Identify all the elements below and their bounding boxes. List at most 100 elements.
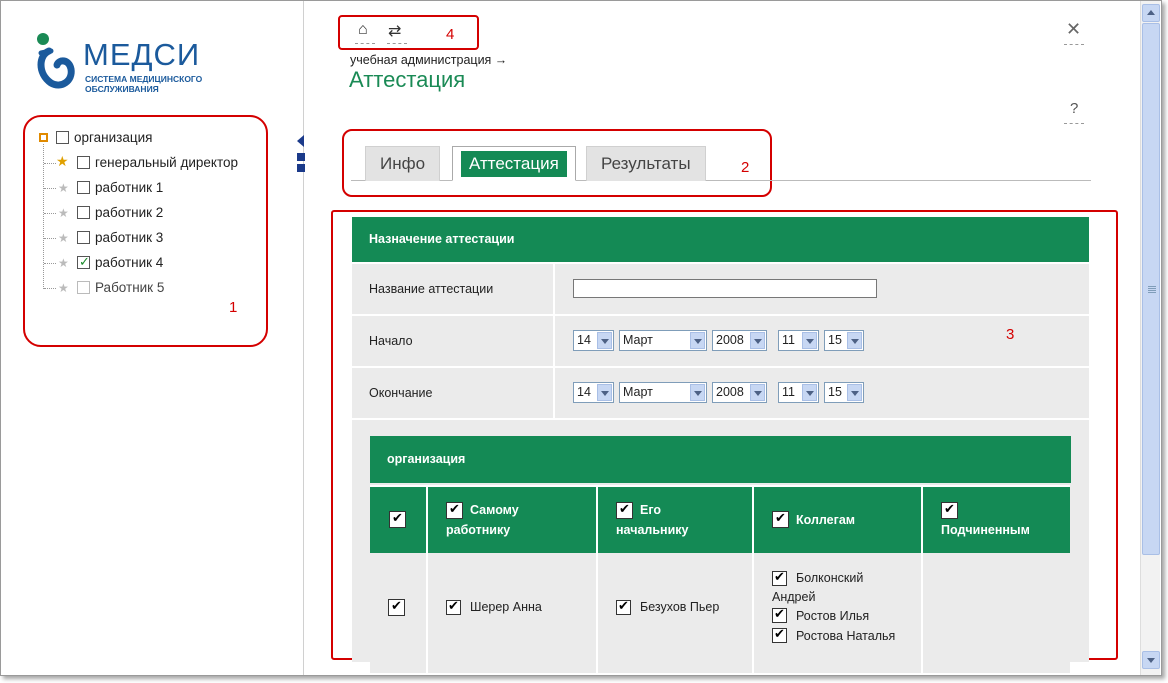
end-day-select[interactable]: 14 bbox=[573, 382, 614, 403]
column-label: Его bbox=[640, 503, 662, 517]
tree-connector bbox=[44, 238, 56, 239]
scroll-down-icon[interactable] bbox=[1142, 651, 1160, 669]
tree-connector bbox=[44, 213, 56, 214]
vertical-scrollbar[interactable] bbox=[1140, 1, 1160, 675]
form-row-end: Окончание 14 Март 2008 11 15 bbox=[352, 366, 1089, 418]
form-row-start: Начало 14 Март 2008 11 15 bbox=[352, 314, 1089, 366]
tree-item-label: работник 1 bbox=[95, 180, 164, 195]
tree-connector bbox=[44, 288, 56, 289]
annotation-number-4: 4 bbox=[446, 26, 455, 43]
tree-checkbox[interactable] bbox=[77, 156, 90, 169]
dropdown-arrow-icon[interactable] bbox=[802, 332, 817, 349]
tree-checkbox[interactable] bbox=[77, 253, 90, 271]
tree-item-root[interactable]: организация bbox=[56, 129, 152, 147]
self-checkbox[interactable] bbox=[446, 501, 463, 519]
dropdown-arrow-icon[interactable] bbox=[690, 332, 705, 349]
icon-underline bbox=[1064, 123, 1084, 124]
dropdown-arrow-icon[interactable] bbox=[847, 332, 862, 349]
refresh-icon[interactable]: ⇄ bbox=[388, 21, 401, 41]
tree-item-worker-4[interactable]: работник 4 bbox=[77, 253, 163, 272]
tab-results[interactable]: Результаты bbox=[586, 146, 706, 181]
form-row-name: Название аттестации bbox=[352, 262, 1089, 314]
tab-info[interactable]: Инфо bbox=[365, 146, 441, 181]
close-icon[interactable]: ✕ bbox=[1066, 19, 1081, 40]
select-value: 15 bbox=[828, 333, 842, 347]
start-hour-select[interactable]: 11 bbox=[778, 330, 819, 351]
breadcrumb[interactable]: учебная администрация → bbox=[350, 53, 507, 67]
person-checkbox[interactable] bbox=[446, 598, 461, 615]
attestation-name-input[interactable] bbox=[573, 279, 877, 298]
icon-underline bbox=[355, 43, 375, 44]
row-divider bbox=[553, 264, 555, 314]
boss-checkbox[interactable] bbox=[616, 501, 633, 519]
tree-root-node-icon[interactable] bbox=[39, 133, 48, 142]
expand-icon[interactable] bbox=[297, 164, 305, 172]
dropdown-arrow-icon[interactable] bbox=[690, 384, 705, 401]
tree-connector bbox=[44, 163, 56, 164]
collapse-arrow-icon[interactable] bbox=[297, 135, 304, 147]
tree-item-worker-2[interactable]: работник 2 bbox=[77, 204, 163, 222]
left-pane: МЕДСИ СИСТЕМА МЕДИЦИНСКОГО ОБСЛУЖИВАНИЯ … bbox=[1, 1, 304, 675]
person-checkbox[interactable] bbox=[616, 598, 631, 615]
person-name: Ростов Илья bbox=[796, 609, 870, 623]
main-pane: 4 ⌂ ⇄ учебная администрация → Аттестация… bbox=[306, 1, 1136, 675]
person-name: Безухов Пьер bbox=[640, 600, 720, 614]
tree-checkbox[interactable] bbox=[77, 181, 90, 194]
star-icon: ★ bbox=[58, 281, 69, 295]
tree-connector bbox=[44, 263, 56, 264]
end-minute-select[interactable]: 15 bbox=[824, 382, 864, 403]
start-year-select[interactable]: 2008 bbox=[712, 330, 767, 351]
colleagues-checkbox[interactable] bbox=[772, 510, 789, 528]
dropdown-arrow-icon[interactable] bbox=[847, 384, 862, 401]
icon-underline bbox=[1064, 44, 1084, 45]
star-icon: ★ bbox=[58, 256, 69, 270]
person-checkbox[interactable] bbox=[772, 626, 787, 643]
row-divider bbox=[553, 316, 555, 366]
start-month-select[interactable]: Март bbox=[619, 330, 707, 351]
boss-cell: Безухов Пьер bbox=[596, 553, 752, 673]
end-year-select[interactable]: 2008 bbox=[712, 382, 767, 403]
scrollbar-thumb[interactable] bbox=[1142, 23, 1160, 555]
col-select-all bbox=[370, 487, 426, 553]
person-checkbox[interactable] bbox=[772, 569, 787, 586]
star-icon: ★ bbox=[58, 181, 69, 195]
dropdown-arrow-icon[interactable] bbox=[750, 384, 765, 401]
subordinates-checkbox[interactable] bbox=[941, 501, 958, 519]
help-icon[interactable]: ? bbox=[1070, 100, 1078, 117]
logo-word: МЕДСИ bbox=[83, 37, 201, 72]
select-all-checkbox[interactable] bbox=[389, 510, 406, 528]
end-month-select[interactable]: Март bbox=[619, 382, 707, 403]
tab-attestation[interactable]: Аттестация bbox=[452, 146, 576, 181]
expand-icon[interactable] bbox=[297, 153, 305, 161]
select-value: 14 bbox=[577, 385, 591, 399]
dropdown-arrow-icon[interactable] bbox=[597, 332, 612, 349]
star-icon: ★ bbox=[58, 206, 69, 220]
row-select-checkbox[interactable] bbox=[388, 598, 405, 616]
tree-item-label: работник 2 bbox=[95, 205, 164, 220]
col-boss: Его начальнику bbox=[596, 487, 752, 553]
tree-item-director[interactable]: генеральный директор bbox=[77, 154, 238, 172]
tree-item-worker-5[interactable]: Работник 5 bbox=[77, 279, 164, 297]
icon-underline bbox=[387, 43, 407, 44]
person-checkbox[interactable] bbox=[772, 606, 787, 623]
end-hour-select[interactable]: 11 bbox=[778, 382, 819, 403]
dropdown-arrow-icon[interactable] bbox=[750, 332, 765, 349]
home-icon[interactable]: ⌂ bbox=[358, 21, 368, 39]
tree-checkbox[interactable] bbox=[77, 281, 90, 294]
tree-item-worker-1[interactable]: работник 1 bbox=[77, 179, 163, 197]
tree-item-worker-3[interactable]: работник 3 bbox=[77, 229, 163, 247]
dropdown-arrow-icon[interactable] bbox=[597, 384, 612, 401]
dropdown-arrow-icon[interactable] bbox=[802, 384, 817, 401]
start-minute-select[interactable]: 15 bbox=[824, 330, 864, 351]
tab-label: Результаты bbox=[601, 154, 691, 173]
tree-checkbox[interactable] bbox=[56, 131, 69, 144]
tree-checkbox[interactable] bbox=[77, 231, 90, 244]
tab-label: Аттестация bbox=[461, 151, 567, 177]
scroll-up-icon[interactable] bbox=[1142, 4, 1160, 22]
tree-checkbox[interactable] bbox=[77, 206, 90, 219]
tab-bar: Инфо Аттестация Результаты bbox=[351, 146, 1091, 181]
tree-item-label: работник 3 bbox=[95, 230, 164, 245]
org-table: Самому работнику Его начальнику Коллегам bbox=[370, 485, 1070, 673]
start-day-select[interactable]: 14 bbox=[573, 330, 614, 351]
pane-collapse-control[interactable] bbox=[294, 134, 306, 172]
